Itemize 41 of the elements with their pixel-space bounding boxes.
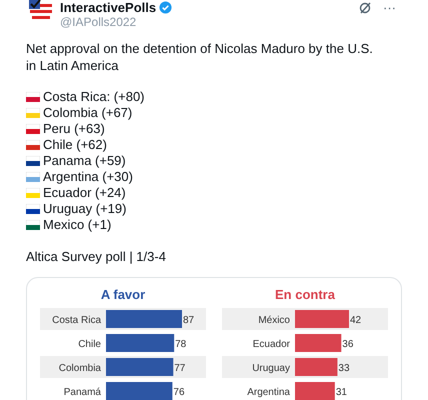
flag-icon xyxy=(26,188,40,198)
slashed-circle-icon[interactable] xyxy=(359,2,371,14)
flag-icon xyxy=(26,140,40,150)
chart-title: A favor xyxy=(100,286,146,304)
list-item-text: Ecuador (+24) xyxy=(43,185,126,201)
value-label: 87 xyxy=(183,315,194,326)
category-label: México xyxy=(258,315,290,326)
value-label: 77 xyxy=(174,363,186,374)
category-label: Colombia xyxy=(58,363,101,374)
post-text: Net approval on the detention of Nicolas Maduro by the U.S. in Latin America xyxy=(26,40,374,74)
list-item-text: Chile (+62) xyxy=(43,137,107,153)
list-item-text: Colombia (+67) xyxy=(43,105,132,121)
list-item-text: Peru (+63) xyxy=(43,121,105,137)
list-item-text: Uruguay (+19) xyxy=(43,201,126,217)
value-label: 42 xyxy=(350,315,362,326)
category-label: Ecuador xyxy=(252,339,290,350)
flag-icon xyxy=(26,124,40,134)
flag-icon xyxy=(26,156,40,166)
category-label: Uruguay xyxy=(252,363,290,374)
value-label: 78 xyxy=(175,339,186,350)
flag-icon xyxy=(26,172,40,182)
source-text: Altica Survey poll | 1/3-4 xyxy=(26,249,167,265)
list-item-text: Mexico (+1) xyxy=(43,217,112,233)
category-label: Costa Rica xyxy=(52,315,101,326)
value-label: 31 xyxy=(336,387,347,398)
value-label: 76 xyxy=(173,387,185,398)
chart-title: En contra xyxy=(275,286,335,304)
flag-icon xyxy=(26,204,40,214)
flag-icon xyxy=(26,220,40,230)
author-name[interactable]: InteractivePolls xyxy=(60,0,156,15)
category-label: Panamá xyxy=(64,387,101,398)
category-label: Chile xyxy=(78,339,101,350)
flag-icon xyxy=(26,108,40,118)
list-item-text: Costa Rica: (+80) xyxy=(43,89,145,105)
category-label: Argentina xyxy=(247,387,290,398)
list-item-text: Argentina (+30) xyxy=(43,169,133,185)
value-label: 33 xyxy=(338,363,350,374)
list-item-text: Panama (+59) xyxy=(43,153,126,169)
value-label: 36 xyxy=(342,339,354,350)
flag-icon xyxy=(26,92,40,102)
more-options-button[interactable]: ··· xyxy=(383,1,396,14)
